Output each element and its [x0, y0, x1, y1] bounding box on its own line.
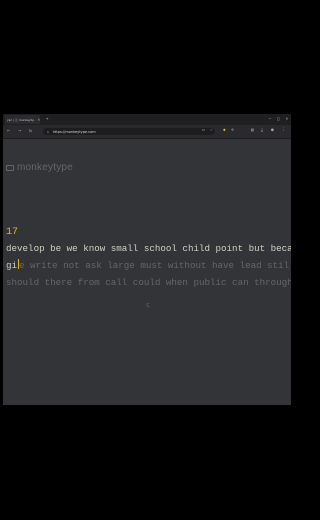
- extensions-puzzle-icon[interactable]: ✣: [231, 128, 234, 134]
- tab-bar: ypr | ⓘ monkeyty... × + – □ ×: [3, 114, 291, 125]
- word-counter: 17: [6, 227, 19, 238]
- tab-monkeytype[interactable]: ypr | ⓘ monkeyty... ×: [5, 115, 40, 124]
- browser-toolbar: ← → ↻ ⚙ https://monkeytype.com ▭ ☆ ◆ ✣ ▤…: [3, 125, 291, 139]
- menu-kebab-icon[interactable]: ⋮: [281, 128, 286, 134]
- downloads-icon[interactable]: ⤓: [261, 128, 263, 134]
- typed-partial-word: gi: [6, 260, 18, 271]
- close-window-button[interactable]: ×: [286, 116, 288, 122]
- browser-window: ypr | ⓘ monkeyty... × + – □ × ← → ↻ ⚙ ht…: [3, 114, 291, 405]
- install-app-icon[interactable]: ▭: [202, 128, 205, 134]
- typing-test-words[interactable]: develop be we know small school child po…: [6, 240, 291, 291]
- address-bar[interactable]: ⚙ https://monkeytype.com: [43, 128, 215, 135]
- logo-text: monkeytype: [17, 162, 73, 173]
- video-letterbox-top: [0, 0, 292, 114]
- restart-icon[interactable]: c: [146, 301, 150, 309]
- bookmark-star-icon[interactable]: ☆: [210, 128, 213, 134]
- extension-icon[interactable]: ◆: [223, 128, 226, 134]
- maximize-button[interactable]: □: [277, 116, 279, 122]
- reading-list-icon[interactable]: ▤: [251, 128, 254, 134]
- typed-line-1: develop be we know small school child po…: [6, 243, 291, 254]
- forward-icon[interactable]: →: [18, 128, 21, 134]
- window-controls: – □ ×: [269, 116, 288, 122]
- reload-icon[interactable]: ↻: [29, 128, 32, 134]
- tab-close-icon[interactable]: ×: [38, 117, 40, 122]
- new-tab-button[interactable]: +: [46, 117, 48, 121]
- word-line-2: gi e write not ask large must without hav…: [6, 257, 291, 274]
- minimize-button[interactable]: –: [269, 116, 271, 122]
- untyped-words-line-2: write not ask large must without have le…: [30, 260, 291, 271]
- back-icon[interactable]: ←: [7, 128, 10, 134]
- keyboard-icon: [6, 164, 14, 171]
- site-info-icon[interactable]: ⚙: [47, 130, 49, 134]
- profile-icon[interactable]: ●: [271, 128, 274, 134]
- tab-title: ypr | ⓘ monkeyty...: [7, 117, 35, 122]
- monkeytype-logo[interactable]: monkeytype: [6, 162, 73, 173]
- url-text: https://monkeytype.com: [52, 129, 96, 134]
- untyped-line-3: should there from call could when public…: [6, 277, 291, 288]
